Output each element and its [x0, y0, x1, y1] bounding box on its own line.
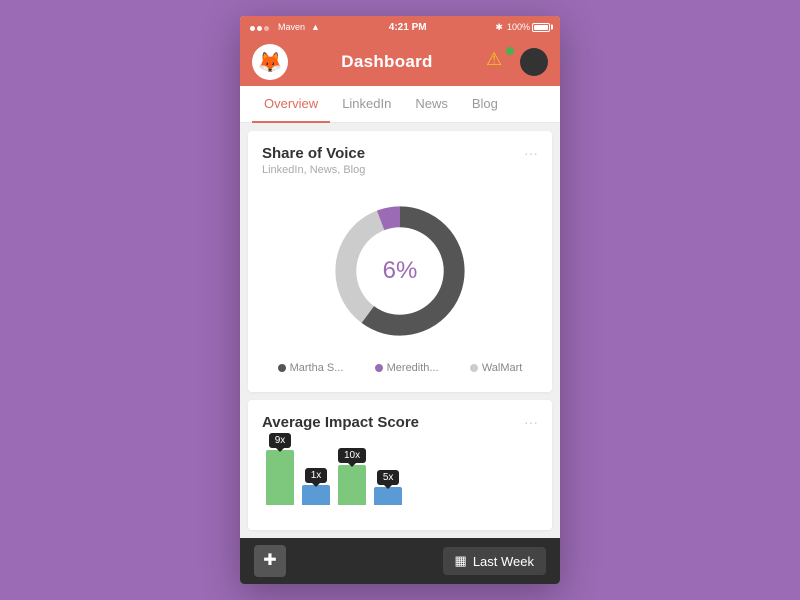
- legend-dot-meredith: [375, 364, 383, 372]
- bar-3: [338, 465, 366, 505]
- bar-tooltip-1: 9x: [269, 433, 292, 448]
- tab-overview[interactable]: Overview: [252, 86, 330, 123]
- battery-percent: 100%: [507, 22, 530, 32]
- tab-blog[interactable]: Blog: [460, 86, 510, 123]
- bar-tooltip-4: 5x: [377, 470, 400, 485]
- legend-dot-martha: [278, 364, 286, 372]
- alert-button[interactable]: ⚠: [486, 49, 512, 75]
- bar-group-3: 10x: [338, 448, 366, 505]
- legend-label-meredith: Meredith...: [387, 362, 439, 374]
- bar-1: [266, 450, 294, 505]
- donut-center: 6%: [383, 257, 418, 285]
- avg-impact-menu[interactable]: ···: [524, 414, 538, 430]
- battery-icon: [532, 23, 550, 32]
- card-title-block: Share of Voice LinkedIn, News, Blog: [262, 145, 365, 176]
- donut-wrapper: 6%: [325, 196, 475, 346]
- donut-percent-label: 6%: [383, 257, 418, 284]
- period-label: Last Week: [473, 554, 534, 569]
- share-of-voice-card: Share of Voice LinkedIn, News, Blog ···: [248, 131, 552, 392]
- legend-dot-walmart: [470, 364, 478, 372]
- legend-item-walmart: WalMart: [470, 362, 523, 374]
- add-button[interactable]: ✚: [254, 545, 286, 577]
- status-time: 4:21 PM: [389, 22, 427, 33]
- status-right: ✱ 100%: [495, 22, 550, 33]
- user-avatar[interactable]: [520, 48, 548, 76]
- alert-badge: [505, 46, 515, 56]
- bar-group-2: 1x: [302, 468, 330, 505]
- avg-impact-title: Average Impact Score: [262, 414, 419, 431]
- share-of-voice-menu[interactable]: ···: [524, 145, 538, 161]
- card-header: Share of Voice LinkedIn, News, Blog ···: [262, 145, 538, 176]
- wifi-icon: ▲: [311, 22, 320, 32]
- legend-item-meredith: Meredith...: [375, 362, 439, 374]
- share-of-voice-subtitle: LinkedIn, News, Blog: [262, 164, 365, 176]
- main-content: Share of Voice LinkedIn, News, Blog ···: [240, 123, 560, 538]
- status-left: Maven ▲: [250, 18, 320, 36]
- tab-news[interactable]: News: [403, 86, 460, 123]
- bar-group-1: 9x: [266, 433, 294, 505]
- battery-fill: [534, 25, 548, 30]
- phone-frame: Maven ▲ 4:21 PM ✱ 100% 🦊 Dashboard ⚠: [240, 16, 560, 584]
- avg-impact-card: Average Impact Score ··· 9x 1x 10x 5x: [248, 400, 552, 530]
- alert-triangle-icon: ⚠: [486, 49, 502, 69]
- battery-indicator: 100%: [507, 22, 550, 32]
- calendar-icon: ▦: [455, 553, 467, 569]
- chart-legend: Martha S... Meredith... WalMart: [262, 356, 538, 378]
- legend-label-walmart: WalMart: [482, 362, 523, 374]
- legend-item-martha: Martha S...: [278, 362, 344, 374]
- bar-tooltip-3: 10x: [338, 448, 366, 463]
- avg-impact-card-header: Average Impact Score ···: [262, 414, 538, 431]
- tab-linkedin[interactable]: LinkedIn: [330, 86, 403, 123]
- bar-group-4: 5x: [374, 470, 402, 505]
- app-logo: 🦊: [252, 44, 288, 80]
- share-of-voice-title: Share of Voice: [262, 145, 365, 162]
- bar-2: [302, 485, 330, 505]
- carrier-name: Maven: [278, 22, 305, 32]
- donut-chart-container: 6%: [262, 180, 538, 356]
- app-header: 🦊 Dashboard ⚠: [240, 38, 560, 86]
- add-icon: ✚: [263, 553, 276, 569]
- legend-label-martha: Martha S...: [290, 362, 344, 374]
- fox-icon: 🦊: [258, 50, 283, 75]
- status-bar: Maven ▲ 4:21 PM ✱ 100%: [240, 16, 560, 38]
- bar-chart: 9x 1x 10x 5x: [262, 435, 538, 505]
- header-title: Dashboard: [341, 52, 433, 72]
- bluetooth-icon: ✱: [495, 22, 503, 33]
- period-selector[interactable]: ▦ Last Week: [443, 547, 546, 575]
- navigation-tabs: Overview LinkedIn News Blog: [240, 86, 560, 123]
- bar-4: [374, 487, 402, 505]
- header-actions: ⚠: [486, 48, 548, 76]
- bottom-bar: ✚ ▦ Last Week: [240, 538, 560, 584]
- bar-tooltip-2: 1x: [305, 468, 328, 483]
- signal-dots: [250, 18, 271, 36]
